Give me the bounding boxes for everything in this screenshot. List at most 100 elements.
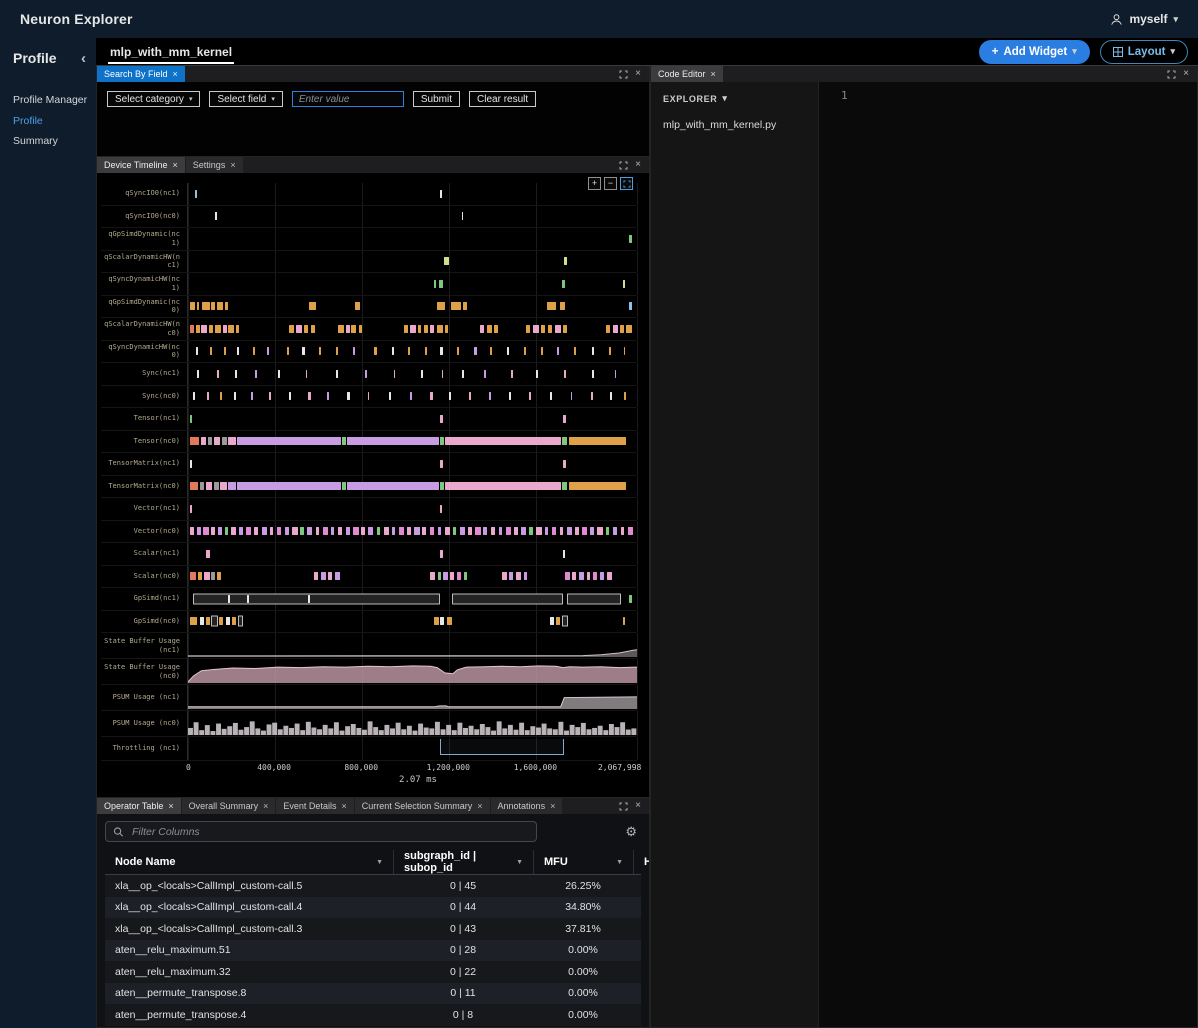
timeline-track[interactable] <box>187 431 637 453</box>
timeline-event[interactable] <box>590 527 594 535</box>
timeline-event[interactable] <box>445 527 450 535</box>
select-category-dropdown[interactable]: Select category ▾ <box>107 91 200 107</box>
timeline-event[interactable] <box>410 325 415 333</box>
timeline-event[interactable] <box>567 593 621 604</box>
timeline-track[interactable] <box>187 318 637 340</box>
timeline-event[interactable] <box>220 392 222 400</box>
explorer-header[interactable]: EXPLORER ▾ <box>651 82 818 110</box>
timeline-event[interactable] <box>234 392 236 400</box>
timeline-event[interactable] <box>555 325 560 333</box>
filter-icon[interactable]: ▼ <box>516 859 523 866</box>
timeline-event[interactable] <box>201 437 206 445</box>
tab-annotations[interactable]: Annotations× <box>491 798 563 814</box>
timeline-event[interactable] <box>445 482 561 490</box>
timeline-event[interactable] <box>564 370 566 378</box>
timeline-event[interactable] <box>195 190 197 198</box>
timeline-event[interactable] <box>463 302 467 310</box>
timeline-event[interactable] <box>621 527 625 535</box>
timeline-event[interactable] <box>328 572 332 580</box>
timeline-event[interactable] <box>407 527 411 535</box>
timeline-event[interactable] <box>418 325 422 333</box>
timeline-event[interactable] <box>200 482 204 490</box>
timeline-event[interactable] <box>198 572 202 580</box>
timeline-event[interactable] <box>607 572 611 580</box>
close-icon[interactable]: × <box>168 801 173 811</box>
timeline-event[interactable] <box>440 460 443 468</box>
timeline-track[interactable] <box>187 476 637 498</box>
timeline-event[interactable] <box>342 437 346 445</box>
column-header-mfu[interactable]: MFU▼ <box>533 850 633 874</box>
timeline-event[interactable] <box>430 325 434 333</box>
tab-overall-summary[interactable]: Overall Summary× <box>182 798 276 814</box>
timeline-event[interactable] <box>193 593 440 604</box>
timeline-event[interactable] <box>440 505 442 513</box>
timeline-track[interactable] <box>187 341 637 363</box>
timeline-event[interactable] <box>228 437 235 445</box>
timeline-event[interactable] <box>593 572 597 580</box>
timeline-event[interactable] <box>457 347 459 355</box>
close-icon[interactable]: × <box>173 160 178 170</box>
timeline-event[interactable] <box>226 617 230 625</box>
timeline-event[interactable] <box>222 437 226 445</box>
timeline-event[interactable] <box>246 527 250 535</box>
timeline-event[interactable] <box>368 527 372 535</box>
timeline-event[interactable] <box>629 235 633 243</box>
timeline-event[interactable] <box>211 527 215 535</box>
timeline-event[interactable] <box>562 482 567 490</box>
timeline-event[interactable] <box>452 593 563 604</box>
timeline-event[interactable] <box>190 617 197 625</box>
timeline-event[interactable] <box>430 392 432 400</box>
timeline-event[interactable] <box>321 572 326 580</box>
table-row[interactable]: xla__op_<locals>CallImpl_custom-call.30 … <box>105 918 641 940</box>
timeline-event[interactable] <box>209 325 213 333</box>
timeline-event[interactable] <box>323 527 328 535</box>
timeline-event[interactable] <box>347 392 349 400</box>
timeline-event[interactable] <box>547 302 556 310</box>
timeline-event[interactable] <box>440 415 443 423</box>
timeline-event[interactable] <box>579 572 584 580</box>
tab-code-editor[interactable]: Code Editor× <box>651 66 723 82</box>
file-item[interactable]: mlp_with_mm_kernel.py <box>651 110 818 140</box>
timeline-track[interactable] <box>187 363 637 385</box>
timeline-event[interactable] <box>335 572 339 580</box>
timeline-event[interactable] <box>421 370 423 378</box>
timeline-event[interactable] <box>533 325 539 333</box>
timeline-event[interactable] <box>487 325 492 333</box>
timeline-event[interactable] <box>231 527 236 535</box>
timeline-event[interactable] <box>215 212 217 220</box>
timeline-event[interactable] <box>524 347 526 355</box>
timeline-event[interactable] <box>238 616 242 627</box>
timeline-event[interactable] <box>600 572 604 580</box>
timeline-event[interactable] <box>606 325 610 333</box>
timeline-event[interactable] <box>556 617 560 625</box>
timeline-event[interactable] <box>469 392 471 400</box>
timeline-track[interactable] <box>187 251 637 273</box>
tab-device-timeline[interactable]: Device Timeline× <box>97 157 185 173</box>
timeline-event[interactable] <box>206 617 210 625</box>
timeline-event[interactable] <box>220 482 226 490</box>
timeline-event[interactable] <box>392 527 396 535</box>
timeline-event[interactable] <box>394 370 396 378</box>
timeline-event[interactable] <box>338 527 342 535</box>
timeline-event[interactable] <box>237 482 340 490</box>
timeline-event[interactable] <box>474 347 476 355</box>
timeline-event[interactable] <box>353 527 358 535</box>
sidebar-item-summary[interactable]: Summary <box>13 131 96 152</box>
timeline-event[interactable] <box>424 325 428 333</box>
timeline-event[interactable] <box>225 302 228 310</box>
timeline-event[interactable] <box>560 302 565 310</box>
table-row[interactable]: aten__relu_maximum.510 | 280.00%0.0 <box>105 940 641 962</box>
layout-button[interactable]: Layout ▾ <box>1100 40 1188 64</box>
timeline-event[interactable] <box>217 370 219 378</box>
timeline-event[interactable] <box>453 527 457 535</box>
timeline-event[interactable] <box>236 325 239 333</box>
timeline-track[interactable] <box>187 685 637 710</box>
tab-event-details[interactable]: Event Details× <box>276 798 353 814</box>
timeline-event[interactable] <box>289 325 293 333</box>
timeline-event[interactable] <box>606 527 610 535</box>
expand-panel-icon[interactable] <box>619 161 628 170</box>
timeline-event[interactable] <box>217 572 221 580</box>
expand-panel-icon[interactable] <box>619 802 628 811</box>
timeline-event[interactable] <box>440 347 442 355</box>
timeline-event[interactable] <box>208 437 212 445</box>
